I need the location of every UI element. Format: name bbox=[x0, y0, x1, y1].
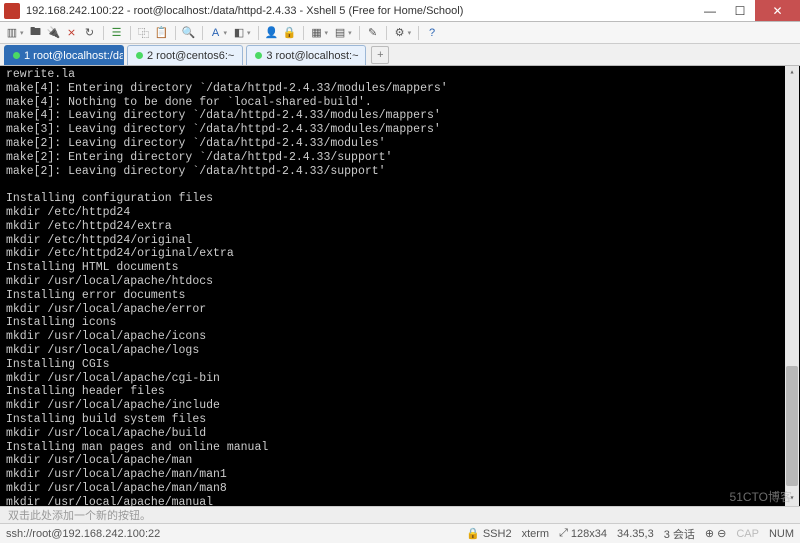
reconnect-icon[interactable]: ↻ bbox=[82, 25, 98, 41]
dropdown-icon[interactable]: ▾ bbox=[348, 29, 352, 37]
dropdown-icon[interactable]: ▾ bbox=[247, 29, 251, 37]
separator bbox=[386, 26, 387, 40]
terminal-output: rewrite.la make[4]: Entering directory `… bbox=[6, 68, 448, 506]
status-bar: ssh://root@192.168.242.100:22 🔒SSH2 xter… bbox=[0, 523, 800, 543]
new-session-icon[interactable]: ▥ bbox=[4, 25, 20, 41]
separator bbox=[202, 26, 203, 40]
status-sessions: 3 会话 bbox=[664, 526, 695, 542]
tools-icon[interactable]: ⚙ bbox=[392, 25, 408, 41]
dropdown-icon[interactable]: ▾ bbox=[325, 29, 329, 37]
lock-icon: 🔒 bbox=[466, 527, 480, 540]
tab-label: 3 root@localhost:~ bbox=[266, 50, 358, 62]
separator bbox=[175, 26, 176, 40]
status-rc: 34.35,3 bbox=[617, 528, 654, 540]
layout-icon[interactable]: ▦ bbox=[309, 25, 325, 41]
resize-icon: ⤢ bbox=[559, 527, 568, 540]
status-size: ⤢128x34 bbox=[559, 527, 607, 540]
window-title: 192.168.242.100:22 - root@localhost:/dat… bbox=[24, 5, 695, 17]
copy-icon[interactable]: ⿻ bbox=[136, 25, 152, 41]
plus-icon[interactable]: ⊕ bbox=[705, 527, 714, 540]
status-connection: ssh://root@192.168.242.100:22 bbox=[6, 528, 456, 540]
separator bbox=[103, 26, 104, 40]
tab-session-1[interactable]: 1 root@localhost:/data/http... bbox=[4, 45, 124, 65]
status-ssh: 🔒SSH2 bbox=[466, 527, 511, 540]
separator bbox=[418, 26, 419, 40]
window-controls: — ☐ ✕ bbox=[695, 0, 800, 21]
hint-label: 双击此处添加一个新的按钮。 bbox=[8, 507, 151, 523]
view-icon[interactable]: ▤ bbox=[332, 25, 348, 41]
add-tab-button[interactable]: + bbox=[371, 46, 389, 64]
minus-icon[interactable]: ⊖ bbox=[717, 527, 726, 540]
tab-label: 2 root@centos6:~ bbox=[147, 50, 234, 62]
tab-bar: 1 root@localhost:/data/http... 2 root@ce… bbox=[0, 44, 800, 66]
tab-session-2[interactable]: 2 root@centos6:~ bbox=[127, 45, 243, 65]
script-icon[interactable]: ✎ bbox=[365, 25, 381, 41]
connect-icon[interactable]: 🔌 bbox=[46, 25, 62, 41]
find-icon[interactable]: 🔍 bbox=[181, 25, 197, 41]
separator bbox=[130, 26, 131, 40]
status-dot-icon bbox=[136, 52, 143, 59]
properties-icon[interactable]: ☰ bbox=[109, 25, 125, 41]
status-caps: CAP bbox=[736, 528, 759, 540]
app-icon bbox=[4, 3, 20, 19]
open-icon[interactable]: 🖿 bbox=[28, 25, 44, 41]
close-button[interactable]: ✕ bbox=[755, 0, 800, 21]
minimize-button[interactable]: — bbox=[695, 0, 725, 21]
disconnect-icon[interactable]: ⨯ bbox=[64, 25, 80, 41]
tab-label: 1 root@localhost:/data/http... bbox=[24, 50, 124, 62]
font-icon[interactable]: A bbox=[208, 25, 224, 41]
color-icon[interactable]: ◧ bbox=[231, 25, 247, 41]
dropdown-icon[interactable]: ▾ bbox=[408, 29, 412, 37]
quick-button-bar[interactable]: 双击此处添加一个新的按钮。 bbox=[0, 506, 800, 523]
status-num: NUM bbox=[769, 528, 794, 540]
separator bbox=[359, 26, 360, 40]
user-icon[interactable]: 👤 bbox=[264, 25, 280, 41]
status-dot-icon bbox=[255, 52, 262, 59]
terminal-pane[interactable]: rewrite.la make[4]: Entering directory `… bbox=[0, 66, 800, 506]
scrollbar[interactable]: ▴ ▾ bbox=[785, 66, 799, 506]
separator bbox=[258, 26, 259, 40]
dropdown-icon[interactable]: ▾ bbox=[224, 29, 228, 37]
scroll-down-icon[interactable]: ▾ bbox=[785, 492, 799, 506]
paste-icon[interactable]: 📋 bbox=[154, 25, 170, 41]
status-tray: ⊕ ⊖ bbox=[705, 527, 726, 540]
lock-icon[interactable]: 🔒 bbox=[282, 25, 298, 41]
separator bbox=[303, 26, 304, 40]
dropdown-icon[interactable]: ▾ bbox=[20, 29, 24, 37]
status-dot-icon bbox=[13, 52, 20, 59]
tab-session-3[interactable]: 3 root@localhost:~ bbox=[246, 45, 366, 65]
status-term: xterm bbox=[522, 528, 550, 540]
titlebar: 192.168.242.100:22 - root@localhost:/dat… bbox=[0, 0, 800, 22]
toolbar: ▥▾ 🖿 🔌 ⨯ ↻ ☰ ⿻ 📋 🔍 A▾ ◧▾ 👤 🔒 ▦▾ ▤▾ ✎ ⚙▾ … bbox=[0, 22, 800, 44]
maximize-button[interactable]: ☐ bbox=[725, 0, 755, 21]
add-tab-label: + bbox=[377, 49, 383, 61]
scroll-thumb[interactable] bbox=[786, 366, 798, 486]
scroll-up-icon[interactable]: ▴ bbox=[785, 66, 799, 80]
help-icon[interactable]: ? bbox=[424, 25, 440, 41]
